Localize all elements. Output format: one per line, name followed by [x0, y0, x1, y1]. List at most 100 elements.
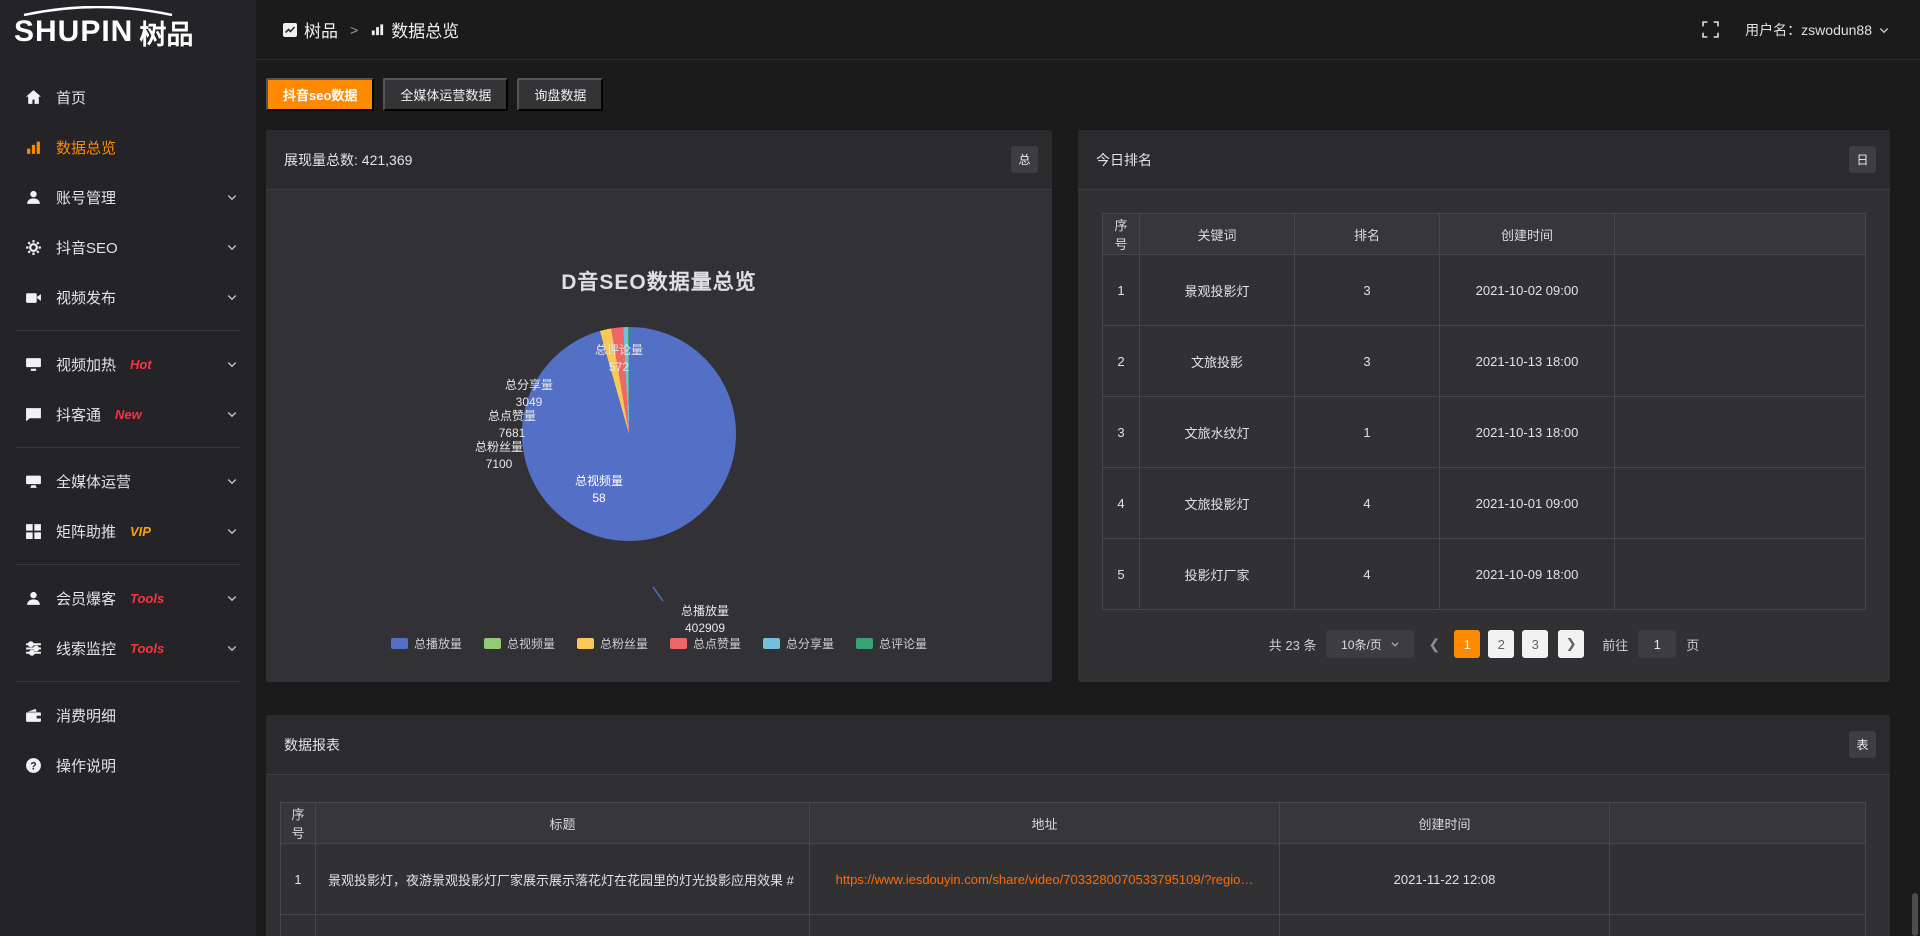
breadcrumb-separator: >: [350, 22, 358, 38]
sidebar-item-3[interactable]: 账号管理: [0, 172, 256, 222]
fullscreen-icon[interactable]: [1702, 21, 1719, 38]
sidebar-item-11[interactable]: 线索监控Tools: [0, 623, 256, 673]
tab-2[interactable]: 全媒体运营数据: [383, 78, 508, 111]
rank-cell: 景观投影灯: [1140, 255, 1295, 325]
legend-item-4[interactable]: 总点赞量: [670, 635, 741, 652]
sidebar-item-8[interactable]: 全媒体运营: [0, 456, 256, 506]
report-video-link[interactable]: https://www.iesdouyin.com/share/video/70…: [836, 872, 1254, 887]
tab-3[interactable]: 询盘数据: [517, 78, 603, 111]
legend-item-5[interactable]: 总分享量: [763, 635, 834, 652]
goto-page-input[interactable]: [1638, 630, 1676, 658]
rank-cell: 3: [1295, 255, 1440, 325]
report-table-button[interactable]: 表: [1849, 731, 1876, 758]
report-table: 序号标题地址创建时间1景观投影灯，夜游景观投影灯厂家展示展示落花灯在花园里的灯光…: [280, 802, 1866, 936]
page-button-3[interactable]: 3: [1522, 630, 1548, 658]
report-table-row: 1景观投影灯，夜游景观投影灯厂家展示展示落花灯在花园里的灯光投影应用效果 #ht…: [280, 844, 1866, 915]
sidebar-item-label: 数据总览: [56, 137, 116, 158]
rank-cell: 2021-10-13 18:00: [1440, 326, 1615, 396]
report-cell-title: 景观投影灯，夜游景观投影灯厂家展示展示落花灯在花园里的灯光投影应用效果 #: [316, 844, 810, 914]
rank-table-header: 序号关键词排名创建时间: [1102, 213, 1866, 255]
user-menu[interactable]: 用户名：zswodun88: [1745, 20, 1890, 40]
sidebar-item-7[interactable]: 抖客通New: [0, 389, 256, 439]
rank-card-header: 今日排名 日: [1078, 130, 1890, 190]
grid-icon: [24, 522, 42, 540]
sidebar-item-2[interactable]: 数据总览: [0, 122, 256, 172]
rank-cell: 2021-10-09 18:00: [1440, 539, 1615, 609]
rank-cell: 文旅水纹灯: [1140, 397, 1295, 467]
sidebar-item-1[interactable]: 首页: [0, 72, 256, 122]
bar-chart-icon: [24, 138, 42, 156]
next-page-button[interactable]: ❯: [1558, 630, 1584, 658]
legend-label: 总点赞量: [693, 635, 741, 652]
rank-cell: 4: [1295, 468, 1440, 538]
rank-col-filler: [1615, 214, 1866, 254]
overview-card-header: 展现量总数: 421,369 总: [266, 130, 1052, 190]
page-size-select[interactable]: 10条/页: [1326, 630, 1414, 658]
chevron-down-icon: [226, 525, 238, 537]
sidebar-item-label: 会员爆客: [56, 588, 116, 609]
video-camera-icon: [24, 288, 42, 306]
pie-chart: D音SEO数据量总览 总评论量 572 总分享量 3049 总点赞量 7681: [266, 190, 1052, 682]
chevron-down-icon: [226, 191, 238, 203]
sidebar-item-10[interactable]: 会员爆客Tools: [0, 573, 256, 623]
page-buttons: 123: [1454, 630, 1548, 658]
rank-cell: 4: [1295, 539, 1440, 609]
tab-1[interactable]: 抖音seo数据: [266, 78, 374, 111]
data-report-card: 数据报表 表 序号标题地址创建时间1景观投影灯，夜游景观投影灯厂家展示展示落花灯…: [266, 715, 1890, 936]
sidebar-item-13[interactable]: ?操作说明: [0, 740, 256, 790]
sidebar-item-label: 视频加热: [56, 354, 116, 375]
sidebar-item-5[interactable]: 视频发布: [0, 272, 256, 322]
sidebar-divider: [16, 681, 240, 682]
today-rank-card: 今日排名 日 序号关键词排名创建时间1景观投影灯32021-10-02 09:0…: [1078, 130, 1890, 682]
rank-cell: 1: [1102, 255, 1140, 325]
sidebar-item-4[interactable]: 抖音SEO: [0, 222, 256, 272]
pagination-total: 共 23 条: [1269, 635, 1317, 654]
sidebar-item-9[interactable]: 矩阵助推VIP: [0, 506, 256, 556]
callout-fans: 总粉丝量 7100: [449, 439, 549, 473]
legend-item-3[interactable]: 总粉丝量: [577, 635, 648, 652]
scrollbar-thumb[interactable]: [1912, 893, 1918, 936]
sidebar-item-label: 视频发布: [56, 287, 116, 308]
sidebar-item-12[interactable]: 消费明细: [0, 690, 256, 740]
rank-col-header: 关键词: [1140, 214, 1295, 254]
legend-item-1[interactable]: 总播放量: [391, 635, 462, 652]
breadcrumb-current[interactable]: 数据总览: [370, 17, 459, 42]
rank-card-title: 今日排名: [1096, 150, 1152, 170]
page-button-1[interactable]: 1: [1454, 630, 1480, 658]
rank-cell: 4: [1102, 468, 1140, 538]
chevron-down-icon: [226, 241, 238, 253]
dashboard-page: SHUPIN 树品 首页数据总览账号管理抖音SEO视频发布视频加热Hot抖客通N…: [0, 0, 1920, 936]
legend-item-2[interactable]: 总视频量: [484, 635, 555, 652]
rank-cell: 2021-10-02 09:00: [1440, 255, 1615, 325]
svg-text:?: ?: [30, 760, 36, 772]
sidebar-item-label: 全媒体运营: [56, 471, 131, 492]
rank-table-row: 3文旅水纹灯12021-10-13 18:00: [1102, 397, 1866, 468]
rank-cell: 文旅投影: [1140, 326, 1295, 396]
wallet-icon: [24, 706, 42, 724]
sidebar: SHUPIN 树品 首页数据总览账号管理抖音SEO 视频发布视频加热 Hot 抖客通N…: [0, 0, 256, 936]
callout-shares: 总分享量 3049: [479, 377, 579, 411]
report-col-header: 创建时间: [1280, 803, 1610, 843]
app-logo[interactable]: SHUPIN 树品: [0, 0, 256, 64]
sidebar-item-6[interactable]: 视频加热 Hot: [0, 339, 256, 389]
rank-cell: 2: [1102, 326, 1140, 396]
overview-total-button[interactable]: 总: [1011, 146, 1038, 173]
breadcrumb-root[interactable]: 树品: [282, 17, 338, 42]
report-card-title: 数据报表: [284, 735, 340, 755]
prev-page-button[interactable]: ❮: [1424, 636, 1444, 653]
report-col-header: 地址: [810, 803, 1280, 843]
legend-item-6[interactable]: 总评论量: [856, 635, 927, 652]
sidebar-badge: Hot: [130, 357, 152, 372]
logo-arc: [18, 6, 178, 16]
screen-icon: [24, 472, 42, 490]
sidebar-item-label: 抖客通: [56, 404, 101, 425]
report-table-header: 序号标题地址创建时间: [280, 802, 1866, 844]
page-button-2[interactable]: 2: [1488, 630, 1514, 658]
rank-day-button[interactable]: 日: [1849, 146, 1876, 173]
overview-card: 展现量总数: 421,369 总 D音SEO数据量总览 总评论量 572 总分享…: [266, 130, 1052, 682]
rank-cell: 3: [1295, 326, 1440, 396]
sidebar-item-label: 线索监控: [56, 638, 116, 659]
help-icon: ?: [24, 756, 42, 774]
monitor-icon: [24, 355, 42, 373]
legend-label: 总播放量: [414, 635, 462, 652]
